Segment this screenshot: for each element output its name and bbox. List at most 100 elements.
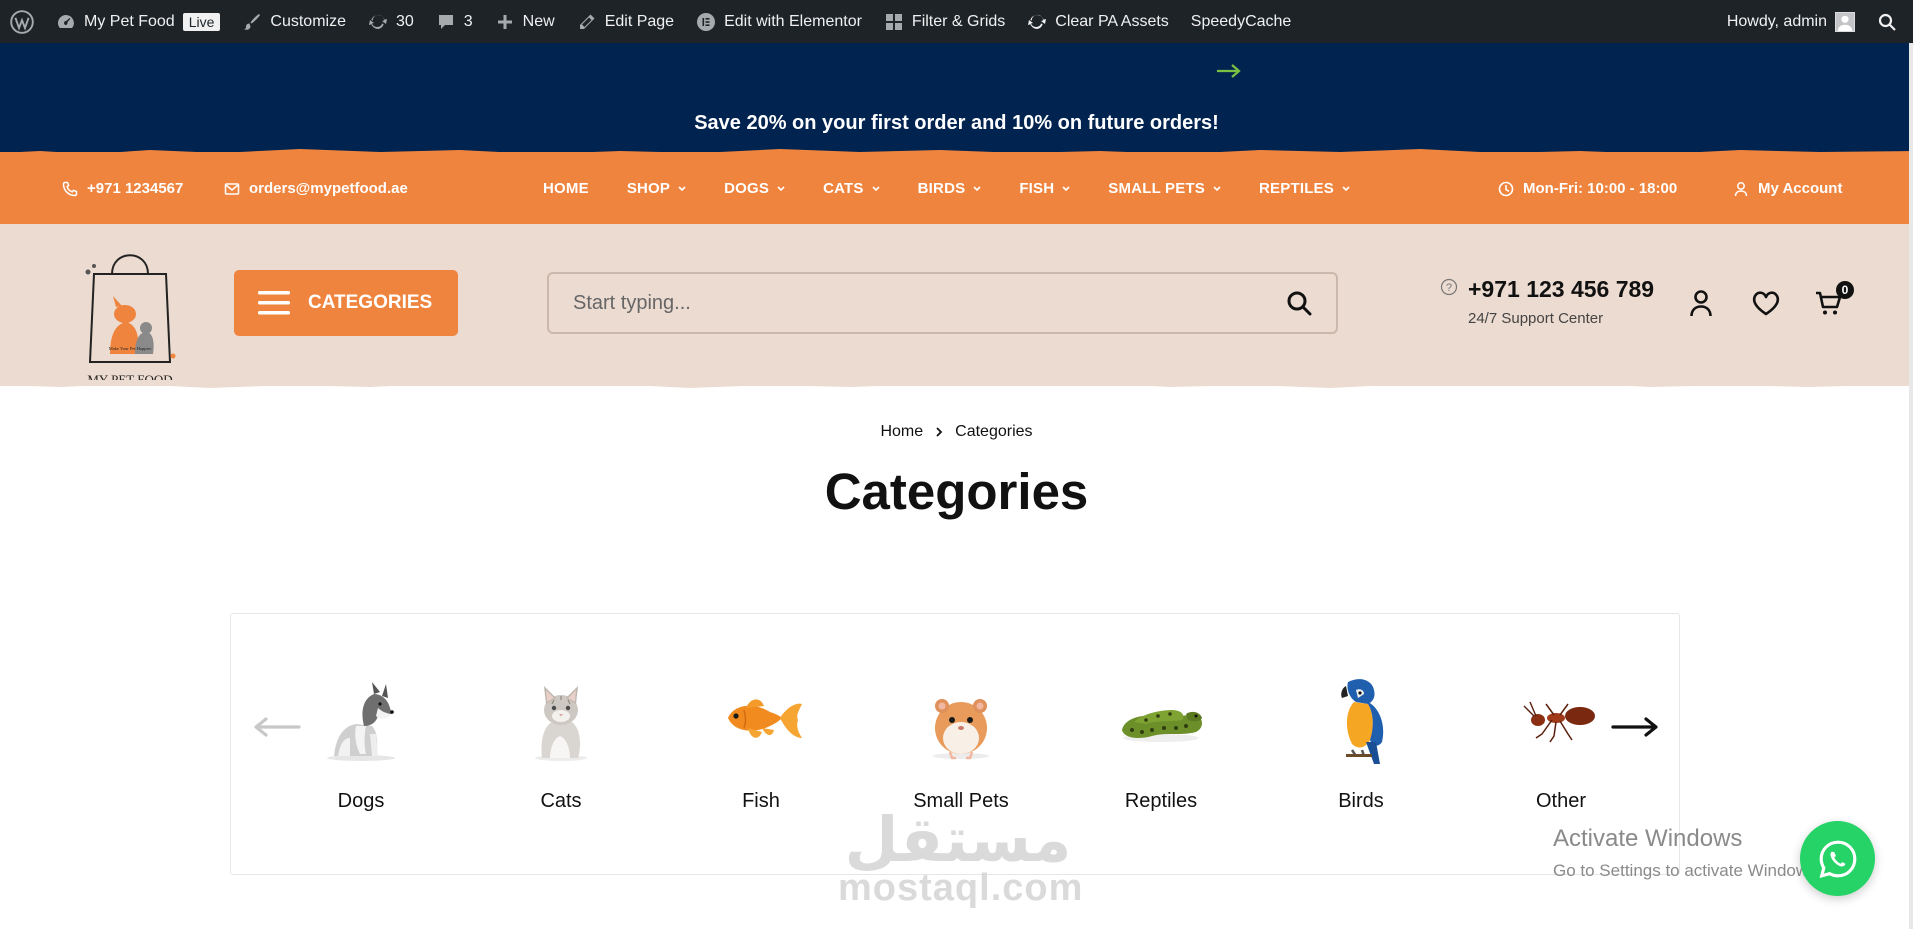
- paintbrush-icon: [244, 13, 261, 30]
- page-scrollbar[interactable]: [1909, 43, 1913, 929]
- category-item-reptiles[interactable]: Reptiles: [1081, 674, 1241, 813]
- speedycache-button[interactable]: SpeedyCache: [1180, 0, 1303, 43]
- top-nav-bar: +971 1234567 orders@mypetfood.ae HOME SHO…: [0, 149, 1913, 224]
- nav-item-fish[interactable]: FISH: [1019, 180, 1070, 197]
- page-title: Categories: [824, 463, 1089, 520]
- topbar-email[interactable]: orders@mypetfood.ae: [224, 180, 408, 197]
- edit-elementor-button[interactable]: Edit with Elementor: [685, 0, 873, 43]
- updates-button[interactable]: 30: [357, 0, 425, 43]
- whatsapp-icon: [1819, 840, 1856, 878]
- chevron-right-icon: [936, 427, 943, 437]
- nav-item-reptiles[interactable]: REPTILES: [1259, 180, 1350, 197]
- category-label: Cats: [540, 790, 582, 812]
- nav-item-home[interactable]: HOME: [543, 180, 589, 197]
- account-menu[interactable]: Howdy, admin: [1716, 0, 1866, 43]
- comments-button[interactable]: 3: [425, 0, 484, 43]
- site-name-menu[interactable]: My Pet Food Live: [45, 0, 231, 43]
- edit-page-button[interactable]: Edit Page: [566, 0, 685, 43]
- pet-bag-logo: Make Your Pet Happier: [85, 254, 176, 363]
- user-silhouette-icon: [1837, 15, 1853, 31]
- carousel-next-arrow-icon[interactable]: [1611, 716, 1659, 738]
- whatsapp-button[interactable]: [1800, 821, 1875, 896]
- nav-item-label: HOME: [543, 180, 589, 197]
- hamster-image: [933, 699, 989, 760]
- hamburger-icon: [258, 291, 290, 315]
- category-item-birds[interactable]: Birds: [1281, 674, 1441, 813]
- category-item-dogs[interactable]: Dogs: [281, 674, 441, 813]
- torn-edge-bottom: [0, 380, 1913, 388]
- clear-pa-assets-button[interactable]: Clear PA Assets: [1016, 0, 1180, 43]
- clock-icon: [1498, 181, 1514, 196]
- category-item-other[interactable]: Other: [1481, 674, 1641, 813]
- chevron-down-icon: [973, 185, 981, 191]
- site-logo[interactable]: Make Your Pet Happier MY PET FOOD: [80, 244, 180, 387]
- business-hours-text: Mon-Fri: 10:00 - 18:00: [1523, 180, 1678, 197]
- category-label: Dogs: [337, 790, 385, 812]
- new-content-button[interactable]: New: [484, 0, 566, 43]
- new-label: New: [522, 12, 555, 30]
- updates-count: 30: [395, 12, 414, 30]
- fish-image: [728, 699, 802, 738]
- search-icon: [1878, 13, 1896, 31]
- category-label: Birds: [1338, 790, 1384, 812]
- parrot-image: [1341, 679, 1384, 764]
- plus-icon: [497, 14, 512, 29]
- category-label: Other: [1535, 790, 1587, 812]
- phone-icon: [62, 181, 78, 196]
- category-item-cats[interactable]: Cats: [481, 674, 641, 813]
- category-item-fish[interactable]: Fish: [681, 674, 841, 813]
- snake-image: [1122, 710, 1202, 742]
- search-input[interactable]: [573, 291, 1286, 315]
- account-icon[interactable]: [1686, 288, 1716, 318]
- nav-item-cats[interactable]: CATS: [823, 180, 880, 197]
- activate-windows-notice: Activate Windows Go to Settings to activ…: [1553, 825, 1821, 881]
- arrow-right-icon: [1217, 64, 1241, 78]
- chevron-down-icon: [872, 185, 880, 191]
- category-label: Fish: [742, 790, 780, 812]
- chevron-down-icon: [1062, 185, 1070, 191]
- site-header: Make Your Pet Happier MY PET FOOD CATEGO…: [0, 224, 1913, 388]
- nav-item-small-pets[interactable]: SMALL PETS: [1108, 180, 1221, 197]
- nav-item-label: DOGS: [724, 180, 770, 197]
- topbar-phone[interactable]: +971 1234567: [62, 180, 183, 197]
- watermark-arabic: مستقل: [844, 803, 1072, 876]
- avatar: [1835, 11, 1855, 32]
- howdy-label: Howdy, admin: [1726, 12, 1827, 30]
- edit-elementor-label: Edit with Elementor: [724, 12, 862, 30]
- breadcrumb-home[interactable]: Home: [880, 423, 923, 441]
- admin-search-button[interactable]: [1866, 0, 1913, 43]
- ant-image: [1523, 701, 1595, 743]
- edit-page-label: Edit Page: [604, 12, 675, 30]
- nav-item-label: REPTILES: [1259, 180, 1334, 197]
- filter-grids-label: Filter & Grids: [911, 12, 1006, 30]
- wp-admin-bar: My Pet Food Live Customize 30 3 New Edit…: [0, 0, 1913, 43]
- filter-grids-button[interactable]: Filter & Grids: [873, 0, 1016, 43]
- clear-pa-assets-label: Clear PA Assets: [1055, 12, 1169, 30]
- nav-item-label: BIRDS: [917, 180, 966, 197]
- mostaql-watermark: مستقل mostaql.com: [838, 803, 1084, 909]
- wishlist-heart-icon[interactable]: [1751, 288, 1781, 318]
- categories-button[interactable]: CATEGORIES: [234, 270, 458, 336]
- live-badge: Live: [182, 12, 221, 31]
- nav-item-birds[interactable]: BIRDS: [918, 180, 982, 197]
- my-account-link[interactable]: My Account: [1733, 180, 1842, 197]
- mail-icon: [224, 182, 240, 195]
- nav-item-dogs[interactable]: DOGS: [724, 180, 785, 197]
- refresh-icon: [1028, 14, 1047, 29]
- dashboard-icon: [58, 14, 74, 28]
- search-box: [547, 272, 1338, 334]
- search-icon[interactable]: [1286, 290, 1312, 316]
- site-name: My Pet Food: [84, 12, 175, 30]
- main-nav: HOME SHOP DOGS CATS BIRDS FISH SMALL PETS REPTI…: [543, 180, 1350, 197]
- customize-label: Customize: [270, 12, 346, 30]
- watermark-url: mostaql.com: [838, 867, 1084, 909]
- dog-image: [327, 682, 395, 761]
- wordpress-logo-button[interactable]: [0, 0, 45, 43]
- category-item-small-pets[interactable]: Small Pets: [881, 674, 1041, 813]
- topbar-email-text: orders@mypetfood.ae: [249, 180, 408, 197]
- customize-button[interactable]: Customize: [231, 0, 357, 43]
- nav-item-shop[interactable]: SHOP: [627, 180, 686, 197]
- promo-banner: Save 20% on your first order and 10% on …: [0, 43, 1913, 156]
- speedycache-label: SpeedyCache: [1190, 12, 1292, 30]
- elementor-icon: [697, 12, 716, 31]
